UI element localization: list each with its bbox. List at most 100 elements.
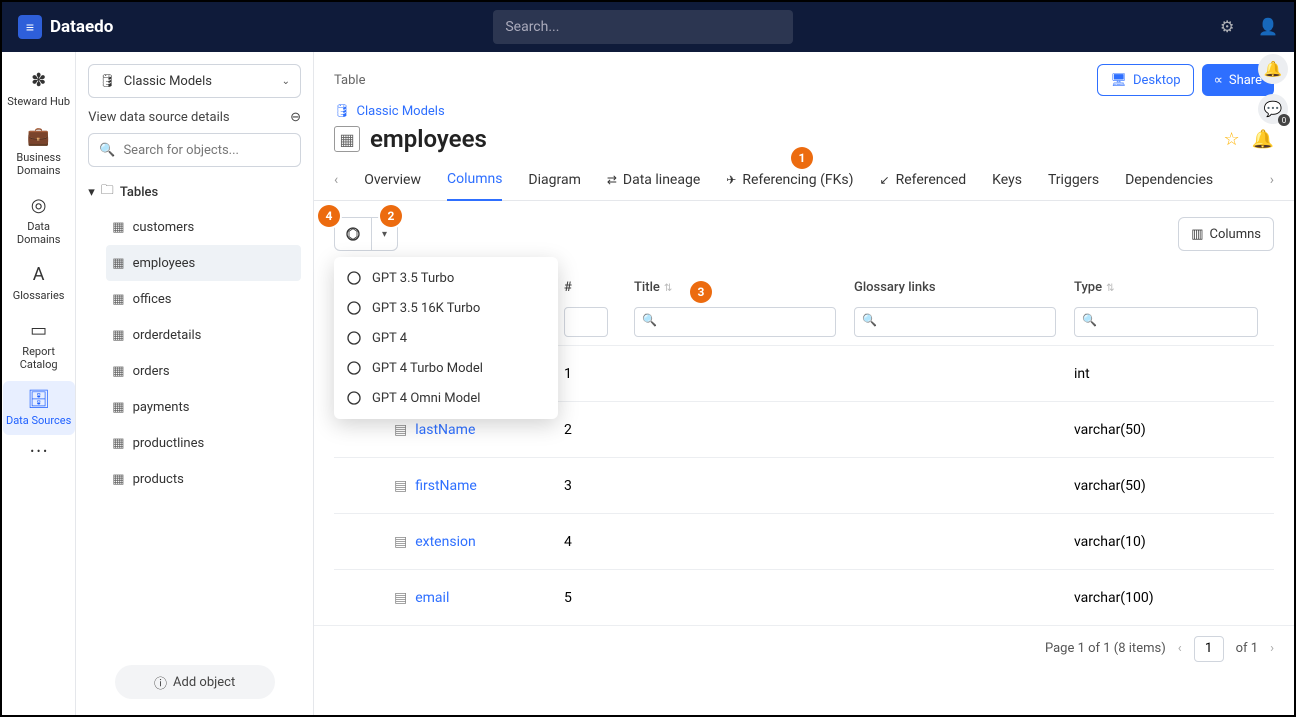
ai-model-gpt-4[interactable]: GPT 4 (334, 323, 558, 353)
global-search[interactable]: Search... (493, 10, 793, 44)
ai-model-gpt-3-5-16k-turbo[interactable]: GPT 3.5 16K Turbo (334, 293, 558, 323)
filter-glossary[interactable] (854, 307, 1056, 337)
tree-item-orderdetails[interactable]: ▦orderdetails (106, 317, 301, 353)
table-icon: ▦ (112, 400, 124, 415)
logo-icon: ≡ (18, 15, 42, 39)
column-ordinal: 2 (564, 422, 634, 438)
tree-item-offices[interactable]: ▦offices (106, 281, 301, 317)
tree-search[interactable]: 🔍 Search for objects... (88, 133, 301, 167)
main-content: Table 🖥 Desktop ∝ Share 🛢 Classic Models… (314, 52, 1294, 715)
tabs-next[interactable]: › (1270, 172, 1274, 188)
tab-referenced[interactable]: ↙Referenced (880, 159, 967, 201)
nav-more[interactable]: • • • (3, 437, 75, 466)
breadcrumb-source[interactable]: 🛢 Classic Models (334, 104, 1294, 119)
nav-icon: 💼 (27, 126, 49, 147)
tree-group-tables[interactable]: ▾ 🗀 Tables (88, 181, 301, 203)
settings-icon[interactable]: ⚙ (1220, 17, 1240, 37)
columns-picker-button[interactable]: ▥ Columns (1178, 217, 1274, 251)
tab-keys[interactable]: Keys (992, 159, 1022, 201)
notifications-button[interactable]: 🔔 (1258, 54, 1288, 84)
table-icon: ▦ (112, 220, 124, 235)
nav-glossaries[interactable]: AGlossaries (3, 256, 75, 310)
nav-report-catalog[interactable]: ▭Report Catalog (3, 312, 75, 379)
openai-icon (346, 300, 362, 316)
openai-icon (346, 330, 362, 346)
desktop-button[interactable]: 🖥 Desktop (1097, 64, 1193, 96)
header-num[interactable]: # (564, 280, 634, 295)
column-type: varchar(50) (1074, 422, 1274, 438)
tree-item-customers[interactable]: ▦customers (106, 209, 301, 245)
header-title[interactable]: Title⇅ (634, 280, 854, 295)
table-row[interactable]: ▤extension4varchar(10) (334, 513, 1274, 569)
tree-item-orders[interactable]: ▦orders (106, 353, 301, 389)
tab-columns[interactable]: Columns (447, 159, 502, 201)
columns-icon: ▥ (1191, 227, 1203, 242)
column-name[interactable]: ▤lastName (394, 422, 564, 438)
tab-triggers[interactable]: Triggers (1048, 159, 1099, 201)
header-type[interactable]: Type⇅ (1074, 280, 1274, 295)
pager-page-input[interactable] (1194, 636, 1224, 662)
comments-button[interactable]: 💬0 (1258, 94, 1288, 124)
source-select[interactable]: 🛢 Classic Models ⌄ (88, 64, 301, 98)
filter-num[interactable] (564, 307, 608, 337)
nav-data-domains[interactable]: ◎Data Domains (3, 187, 75, 254)
table-row[interactable]: ▤email5varchar(100) (334, 569, 1274, 625)
caret-down-icon: ▾ (88, 185, 95, 200)
pager-next[interactable]: › (1270, 641, 1274, 656)
tab-referencing-fks-[interactable]: ✈Referencing (FKs) (726, 159, 853, 201)
tree-item-employees[interactable]: ▦employees (106, 245, 301, 281)
bell-icon[interactable]: 🔔 (1252, 129, 1274, 150)
table-icon: ▦ (334, 126, 360, 152)
column-name[interactable]: ▤extension (394, 534, 564, 550)
tab-data-lineage[interactable]: ⇄Data lineage (607, 159, 700, 201)
column-icon: ▤ (394, 422, 407, 438)
table-row[interactable]: ▤firstName3varchar(50) (334, 457, 1274, 513)
tab-diagram[interactable]: Diagram (528, 159, 580, 201)
user-icon[interactable]: 👤 (1258, 17, 1278, 37)
comments-badge: 0 (1278, 114, 1290, 126)
header-glossary[interactable]: Glossary links (854, 280, 1074, 295)
nav-business-domains[interactable]: 💼Business Domains (3, 118, 75, 185)
column-name[interactable]: ▤firstName (394, 478, 564, 494)
ai-model-gpt-4-omni-model[interactable]: GPT 4 Omni Model (334, 383, 558, 413)
chevron-down-icon: ⌄ (282, 76, 290, 87)
column-name[interactable]: ▤email (394, 590, 564, 606)
view-source-details[interactable]: View data source details ⊖ (88, 110, 301, 125)
ai-model-dropdown: GPT 3.5 TurboGPT 3.5 16K TurboGPT 4GPT 4… (334, 257, 558, 419)
nav-icon: A (33, 264, 45, 285)
table-icon: ▦ (112, 292, 124, 307)
pager-prev[interactable]: ‹ (1178, 641, 1182, 656)
collapse-icon[interactable]: ⊖ (290, 110, 301, 125)
tab-dependencies[interactable]: Dependencies (1125, 159, 1213, 201)
entity-type-label: Table (334, 73, 365, 88)
pager: Page 1 of 1 (8 items) ‹ of 1 › (314, 625, 1294, 671)
tree-item-products[interactable]: ▦products (106, 461, 301, 497)
ai-generate-button[interactable] (335, 218, 371, 250)
folder-icon: 🗀 (101, 181, 114, 203)
filter-title[interactable] (634, 307, 836, 337)
pager-summary: Page 1 of 1 (8 items) (1045, 641, 1166, 656)
table-icon: ▦ (112, 256, 124, 271)
db-icon: 🛢 (334, 104, 351, 119)
table-icon: ▦ (112, 364, 124, 379)
source-name: Classic Models (124, 74, 212, 89)
tab-icon: ⇄ (607, 173, 617, 187)
add-object-button[interactable]: ⓘ Add object (115, 665, 275, 699)
openai-icon (346, 390, 362, 406)
table-icon: ▦ (112, 436, 124, 451)
openai-icon (346, 360, 362, 376)
tab-overview[interactable]: Overview (364, 159, 421, 201)
ai-model-gpt-4-turbo-model[interactable]: GPT 4 Turbo Model (334, 353, 558, 383)
nav-data-sources[interactable]: 🗄Data Sources (3, 381, 75, 435)
filter-type[interactable] (1074, 307, 1258, 337)
tabs-prev[interactable]: ‹ (334, 172, 338, 188)
tree-item-productlines[interactable]: ▦productlines (106, 425, 301, 461)
column-ordinal: 4 (564, 534, 634, 550)
tree-item-payments[interactable]: ▦payments (106, 389, 301, 425)
logo[interactable]: ≡ Dataedo (18, 15, 113, 39)
favorite-icon[interactable]: ☆ (1223, 129, 1239, 150)
nav-steward-hub[interactable]: ✽Steward Hub (3, 62, 75, 116)
right-rail: 🔔 💬0 (1254, 54, 1292, 124)
column-icon: ▤ (394, 590, 407, 606)
ai-model-gpt-3-5-turbo[interactable]: GPT 3.5 Turbo (334, 263, 558, 293)
